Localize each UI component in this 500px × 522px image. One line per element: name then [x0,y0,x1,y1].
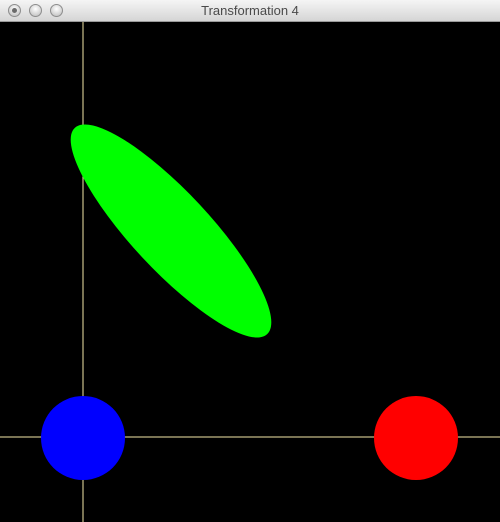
title-bar[interactable]: Transformation 4 [0,0,500,22]
red-circle [374,396,458,480]
drawing-canvas[interactable] [0,22,500,522]
scene-svg [0,22,500,522]
window-title: Transformation 4 [201,3,299,18]
blue-circle [41,396,125,480]
app-window: Transformation 4 [0,0,500,522]
